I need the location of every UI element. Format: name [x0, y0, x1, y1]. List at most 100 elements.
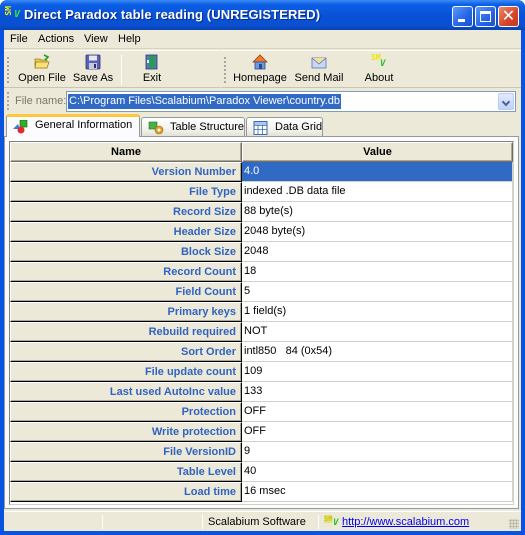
property-name-cell[interactable]: Sort Order — [10, 342, 242, 362]
info-grid[interactable]: Name Value Version Number 4.0 File Type ind… — [9, 141, 514, 505]
table-row[interactable]: Primary keys 1 field(s) — [10, 302, 513, 322]
sm-v-logo-icon[interactable]: SM V — [4, 6, 21, 24]
exit-button[interactable]: Exit — [128, 51, 176, 88]
property-value-cell[interactable]: 2048 byte(s) — [242, 222, 513, 242]
menu-actions[interactable]: Actions — [38, 33, 74, 45]
property-value-cell[interactable]: 2048 — [242, 242, 513, 262]
menu-help[interactable]: Help — [118, 33, 141, 45]
property-value-cell[interactable]: 133 — [242, 382, 513, 402]
minimize-icon — [458, 19, 465, 22]
property-value-cell[interactable]: 1 field(s) — [242, 302, 513, 322]
file-name-bar: File name: C:\Program Files\Scalabium\Pa… — [4, 89, 521, 113]
resize-grip[interactable] — [509, 519, 519, 529]
minimize-button[interactable] — [452, 6, 473, 27]
menu-view[interactable]: View — [84, 33, 108, 45]
property-value-cell[interactable]: 18 — [242, 262, 513, 282]
property-name-cell[interactable]: Header Size — [10, 222, 242, 242]
tab-label: Table Structure — [170, 121, 244, 133]
menu-file[interactable]: File — [10, 33, 28, 45]
tab-data-grid[interactable]: Data Grid — [246, 117, 323, 136]
property-name-cell[interactable]: File Type — [10, 182, 242, 202]
toolbar-web: Homepage Send Mail SM V About — [221, 50, 521, 88]
property-value-cell[interactable]: NOT — [242, 322, 513, 342]
envelope-icon — [311, 57, 327, 69]
tab-general-information[interactable]: General Information — [6, 114, 140, 137]
tab-table-structure[interactable]: Table Structure — [141, 117, 245, 136]
table-row[interactable]: Block Size 2048 — [10, 242, 513, 262]
toolbar-grip[interactable] — [224, 57, 226, 83]
toolbar-grip[interactable] — [7, 57, 9, 83]
property-value-cell[interactable]: 4.0 — [242, 162, 513, 182]
table-row[interactable]: Sort Order intl850 84 (0x54) — [10, 342, 513, 362]
general-information-panel: Name Value Version Number 4.0 File Type ind… — [4, 136, 519, 509]
property-name-cell[interactable]: Load time — [10, 482, 242, 502]
table-row[interactable]: Load time 16 msec — [10, 482, 513, 502]
table-row[interactable]: Write protection OFF — [10, 422, 513, 442]
home-icon — [252, 54, 268, 70]
save-as-label: Save As — [72, 72, 114, 84]
property-value-cell[interactable]: 5 — [242, 282, 513, 302]
homepage-label: Homepage — [233, 72, 287, 84]
property-name-cell[interactable]: Write protection — [10, 422, 242, 442]
table-row[interactable]: Field Count 5 — [10, 282, 513, 302]
table-row[interactable]: Header Size 2048 byte(s) — [10, 222, 513, 242]
title-bar[interactable]: SM V Direct Paradox table reading (UNREGI… — [0, 0, 525, 30]
property-value-cell[interactable]: 40 — [242, 462, 513, 482]
property-name-cell[interactable]: Version Number — [10, 162, 242, 182]
table-row[interactable]: Last used AutoInc value 133 — [10, 382, 513, 402]
close-icon: ✕ — [501, 8, 516, 25]
property-name-cell[interactable]: Block Size — [10, 242, 242, 262]
property-name-cell[interactable]: Record Size — [10, 202, 242, 222]
property-value-cell[interactable]: 109 — [242, 362, 513, 382]
send-mail-button[interactable]: Send Mail — [293, 51, 345, 88]
maximize-icon — [480, 11, 491, 22]
property-value-cell[interactable]: 16 msec — [242, 482, 513, 502]
table-row[interactable]: Record Size 88 byte(s) — [10, 202, 513, 222]
column-header-value[interactable]: Value — [242, 142, 513, 162]
property-name-cell[interactable]: Table Level — [10, 462, 242, 482]
send-mail-label: Send Mail — [294, 72, 344, 84]
table-row[interactable]: File Type indexed .DB data file — [10, 182, 513, 202]
property-value-cell[interactable]: 88 byte(s) — [242, 202, 513, 222]
homepage-button[interactable]: Homepage — [231, 51, 289, 88]
table-row[interactable]: Table Level 40 — [10, 462, 513, 482]
property-name-cell[interactable]: Field Count — [10, 282, 242, 302]
property-value-cell[interactable]: OFF — [242, 422, 513, 442]
column-header-name[interactable]: Name — [10, 142, 242, 162]
status-separator — [318, 515, 319, 529]
open-file-button[interactable]: Open File — [14, 51, 70, 88]
table-row[interactable]: File VersionID 9 — [10, 442, 513, 462]
property-value-cell[interactable]: OFF — [242, 402, 513, 422]
menu-bar: File Actions View Help — [4, 30, 521, 49]
property-name-cell[interactable]: File VersionID — [10, 442, 242, 462]
toolbar-grip[interactable] — [7, 92, 9, 110]
save-as-button[interactable]: Save As — [70, 51, 116, 88]
property-name-cell[interactable]: Rebuild required — [10, 322, 242, 342]
about-label: About — [364, 72, 394, 84]
property-name-cell[interactable]: Protection — [10, 402, 242, 422]
property-value-cell[interactable]: intl850 84 (0x54) — [242, 342, 513, 362]
table-row[interactable]: Version Number 4.0 — [10, 162, 513, 182]
file-name-combobox[interactable]: C:\Program Files\Scalabium\Paradox Viewe… — [66, 91, 516, 112]
about-button[interactable]: SM V About — [355, 51, 403, 88]
table-row[interactable]: Record Count 18 — [10, 262, 513, 282]
sm-v-logo-icon: SM V — [371, 53, 386, 69]
property-name-cell[interactable]: File update count — [10, 362, 242, 382]
property-value-cell[interactable]: indexed .DB data file — [242, 182, 513, 202]
property-name-cell[interactable]: Primary keys — [10, 302, 242, 322]
chevron-down-icon[interactable] — [498, 93, 514, 110]
open-folder-icon — [34, 54, 50, 69]
table-row[interactable]: Rebuild required NOT — [10, 322, 513, 342]
status-separator — [202, 515, 203, 529]
website-link[interactable]: http://www.scalabium.com — [342, 516, 469, 528]
close-button[interactable]: ✕ — [498, 6, 519, 27]
table-row[interactable]: File update count 109 — [10, 362, 513, 382]
open-file-label: Open File — [18, 72, 66, 84]
file-name-input[interactable]: C:\Program Files\Scalabium\Paradox Viewe… — [68, 94, 342, 109]
table-row[interactable]: Protection OFF — [10, 402, 513, 422]
property-name-cell[interactable]: Last used AutoInc value — [10, 382, 242, 402]
maximize-button[interactable] — [475, 6, 496, 27]
property-name-cell[interactable]: Record Count — [10, 262, 242, 282]
toolbar-separator — [121, 55, 122, 85]
property-value-cell[interactable]: 9 — [242, 442, 513, 462]
